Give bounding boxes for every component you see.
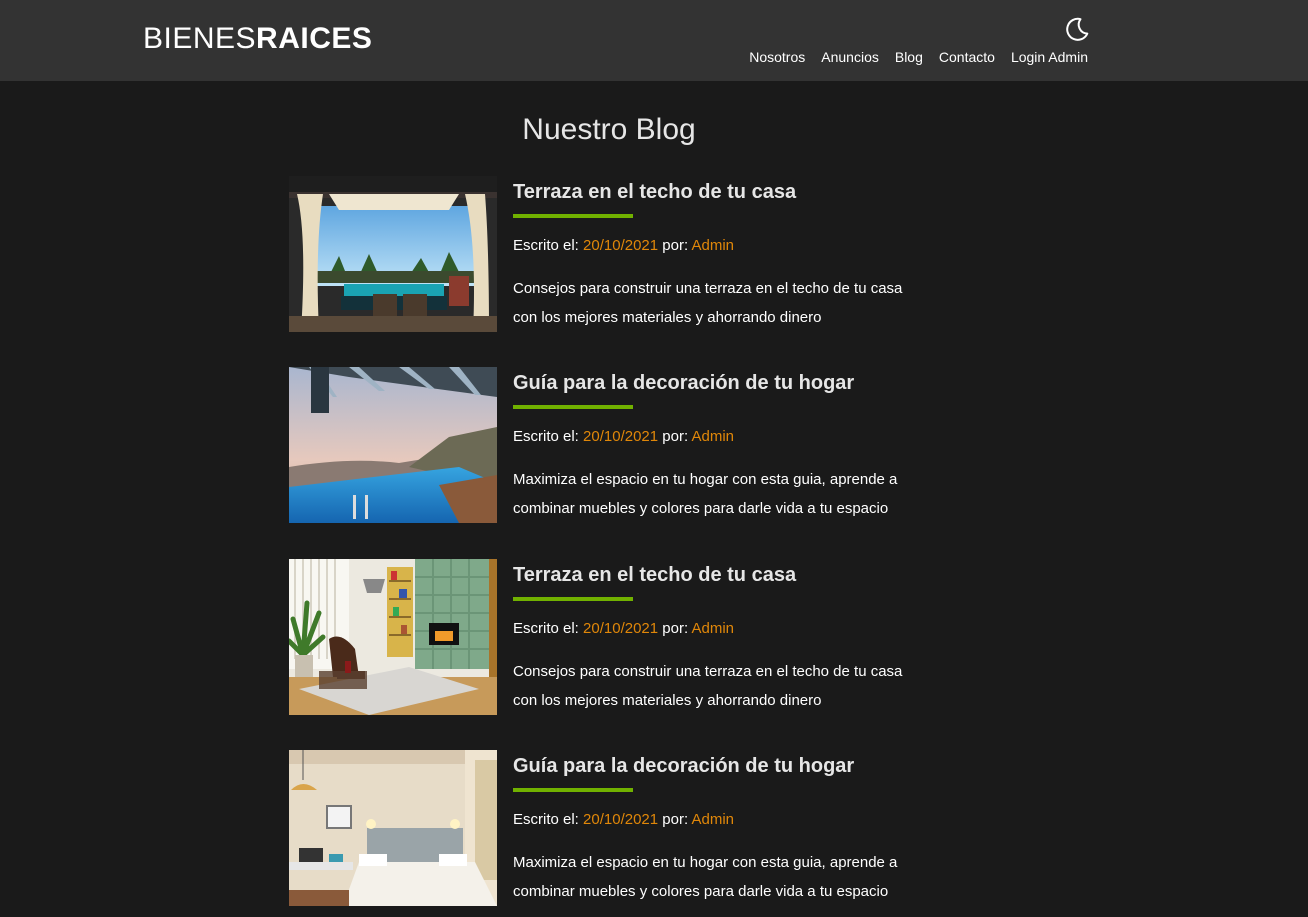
nav-link-anuncios[interactable]: Anuncios [821,48,879,66]
excerpt-line: Maximiza el espacio en tu hogar con esta… [513,854,898,871]
by-label: por: [662,237,689,254]
excerpt-line: con los mejores materiales y ahorrando d… [513,691,822,709]
post-date: 20/10/2021 [583,428,659,445]
by-label: por: [662,428,689,445]
title-underline [513,405,633,409]
by-label: por: [662,811,689,828]
blog-post: Guía para la decoración de tu hogar Escr… [289,367,929,523]
post-title[interactable]: Terraza en el techo de tu casa [513,177,933,207]
post-author: Admin [691,428,735,445]
excerpt-line: combinar muebles y colores para darle vi… [513,499,889,517]
blog-post: Terraza en el techo de tu casa Escrito e… [289,176,929,332]
post-date: 20/10/2021 [583,620,659,637]
nav-link-contacto[interactable]: Contacto [939,48,995,66]
post-content: Terraza en el techo de tu casa Escrito e… [513,559,933,715]
excerpt-line: Consejos para construir una terraza en e… [513,663,903,680]
nav-link-login-admin[interactable]: Login Admin [1011,48,1088,66]
post-thumbnail-living-room[interactable] [289,559,497,715]
written-label: Escrito el: [513,620,579,637]
post-content: Guía para la decoración de tu hogar Escr… [513,367,933,523]
post-author: Admin [691,811,735,828]
logo-bold-text: RAICES [256,22,373,55]
written-label: Escrito el: [513,237,579,254]
post-thumbnail-terrace[interactable] [289,176,497,332]
nav-link-nosotros[interactable]: Nosotros [749,48,805,66]
written-label: Escrito el: [513,811,579,828]
post-author: Admin [691,237,735,254]
post-title[interactable]: Terraza en el techo de tu casa [513,560,933,590]
post-thumbnail-bedroom[interactable] [289,750,497,906]
post-meta: Escrito el: 20/10/2021 por: Admin [513,619,933,639]
post-thumbnail-pool[interactable] [289,367,497,523]
title-underline [513,214,633,218]
post-excerpt: Maximiza el espacio en tu hogar con esta… [513,849,933,906]
post-content: Terraza en el techo de tu casa Escrito e… [513,176,933,332]
moon-icon[interactable] [1064,16,1090,42]
site-header: BIENESRAICES Nosotros Anuncios Blog Cont… [0,0,1308,81]
post-meta: Escrito el: 20/10/2021 por: Admin [513,236,933,256]
post-title[interactable]: Guía para la decoración de tu hogar [513,751,933,781]
written-label: Escrito el: [513,428,579,445]
post-title[interactable]: Guía para la decoración de tu hogar [513,368,933,398]
excerpt-line: combinar muebles y colores para darle vi… [513,882,889,900]
excerpt-line: con los mejores materiales y ahorrando d… [513,308,822,326]
excerpt-line: Consejos para construir una terraza en e… [513,280,903,297]
post-date: 20/10/2021 [583,237,659,254]
excerpt-line: Maximiza el espacio en tu hogar con esta… [513,471,898,488]
title-underline [513,597,633,601]
page-title: Nuestro Blog [522,113,696,146]
by-label: por: [662,620,689,637]
logo-light-text: BIENES [143,22,257,55]
post-excerpt: Consejos para construir una terraza en e… [513,658,933,715]
post-author: Admin [691,620,735,637]
post-meta: Escrito el: 20/10/2021 por: Admin [513,810,933,830]
site-logo[interactable]: BIENESRAICES [143,21,372,57]
post-content: Guía para la decoración de tu hogar Escr… [513,750,933,906]
blog-post: Guía para la decoración de tu hogar Escr… [289,750,929,906]
main-nav: Nosotros Anuncios Blog Contacto Login Ad… [749,48,1088,66]
blog-post: Terraza en el techo de tu casa Escrito e… [289,559,929,715]
post-excerpt: Consejos para construir una terraza en e… [513,275,933,332]
nav-link-blog[interactable]: Blog [895,48,923,66]
post-excerpt: Maximiza el espacio en tu hogar con esta… [513,466,933,523]
title-underline [513,788,633,792]
post-meta: Escrito el: 20/10/2021 por: Admin [513,427,933,447]
post-date: 20/10/2021 [583,811,659,828]
